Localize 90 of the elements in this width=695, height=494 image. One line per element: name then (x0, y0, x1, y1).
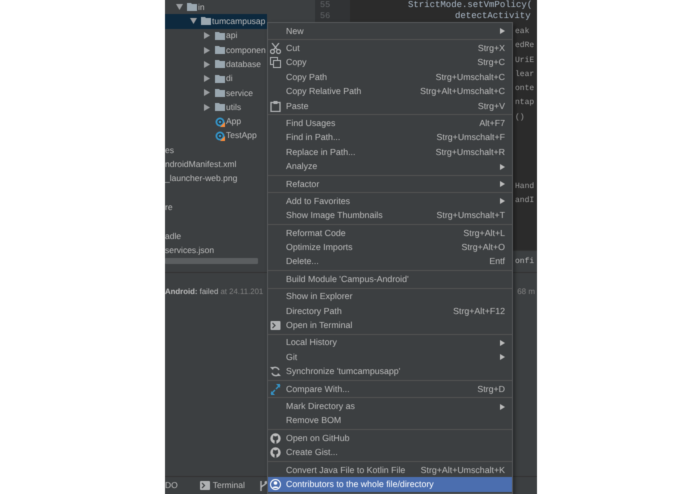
tree-item[interactable]: di (165, 71, 267, 86)
menu-item[interactable]: Open in Terminal (268, 318, 512, 333)
code-line: StrictMode.setVmPolicy( (408, 0, 532, 10)
terminal-icon (270, 320, 281, 332)
person-icon (270, 479, 281, 490)
shortcut-text: Strg+Umschalt+C (434, 70, 505, 84)
shortcut-text: Strg+Alt+Umschalt+K (420, 464, 505, 477)
class-icon (215, 116, 225, 127)
menu-item[interactable]: Copy Path Strg+Umschalt+C (268, 70, 512, 85)
menu-item[interactable]: Delete... Entf (268, 254, 512, 270)
tool-window-button[interactable]: DO (165, 478, 182, 492)
menu-item[interactable]: Find in Path... Strg+Umschalt+F (268, 130, 512, 146)
branch-icon (258, 480, 268, 490)
tree-item[interactable]: service (165, 86, 267, 100)
menu-item[interactable]: Create Gist... (268, 446, 512, 460)
menu-item[interactable]: Convert Java File to Kotlin File Strg+Alt+Umschalt+K (268, 462, 512, 478)
menu-item[interactable]: Copy Relative Path Strg+Alt+Umschalt+C (268, 84, 512, 99)
menu-item[interactable]: Find Usages Alt+F7 (268, 116, 512, 131)
tree-item[interactable]: utils (165, 100, 267, 114)
shortcut-text: Strg+Umschalt+F (436, 131, 505, 144)
shortcut-text: Strg+D (476, 382, 505, 396)
tree-item[interactable]: re (165, 200, 267, 214)
menu-item[interactable]: Local History (268, 336, 512, 350)
github-icon (270, 432, 281, 444)
code-fragment: lear (515, 70, 534, 79)
menu-item[interactable]: Cut Strg+X (268, 41, 512, 56)
code-fragment: UriE (515, 56, 534, 65)
shortcut-text: Strg+Alt+F12 (452, 304, 505, 318)
code-fragment: onte (515, 84, 534, 94)
tree-item[interactable]: database (165, 57, 267, 72)
shortcut-text: Entf (488, 255, 505, 268)
code-line: detectActivity (455, 11, 531, 21)
tree-item[interactable]: _launcher-web.png (165, 172, 267, 186)
menu-item[interactable]: Remove BOM (268, 414, 512, 428)
github-icon (270, 447, 281, 458)
menu-item[interactable]: Open on GitHub (268, 431, 512, 446)
tree-item[interactable]: services.json (165, 243, 267, 258)
menu-item[interactable]: Contributors to the whole file/directory (268, 477, 512, 492)
shortcut-text: Strg+Alt+L (462, 226, 505, 240)
shortcut-text: Strg+V (476, 100, 505, 113)
shortcut-text: Strg+C (476, 56, 505, 70)
menu-item[interactable]: Synchronize 'tumcampusapp' (268, 364, 512, 379)
tree-item[interactable]: es (165, 142, 267, 158)
shortcut-text: Strg+X (476, 42, 505, 55)
code-fragment: andI (515, 196, 534, 206)
menu-item[interactable]: Replace in Path... Strg+Umschalt+R (268, 145, 512, 160)
menu-item[interactable]: Optimize Imports Strg+Alt+O (268, 240, 512, 255)
code-fragment: eak (515, 27, 530, 36)
terminal-icon (200, 481, 210, 490)
shortcut-text: Strg+Umschalt+T (436, 209, 505, 222)
menu-item[interactable]: Mark Directory as (268, 399, 512, 414)
code-fragment: ntap (515, 98, 534, 108)
sync-icon (270, 366, 281, 378)
tree-item[interactable]: api (165, 28, 267, 43)
menu-item[interactable]: Add to Favorites (268, 194, 512, 209)
tree-item[interactable]: componen (165, 42, 267, 58)
tool-window-button[interactable]: Terminal (196, 478, 249, 492)
header-text: onfi (515, 256, 534, 268)
menu-item[interactable]: Analyze (268, 160, 512, 174)
tree-item[interactable]: ndroidManifest.xml (165, 157, 267, 172)
menu-item[interactable]: Refactor (268, 176, 512, 192)
tree-item[interactable]: App (165, 114, 267, 129)
copy-icon (270, 57, 281, 68)
menu-item[interactable]: Copy Strg+C (268, 56, 512, 70)
event-fragment: 68 m (517, 286, 535, 298)
tree-item[interactable]: in (165, 0, 267, 14)
menu-item[interactable]: Directory Path Strg+Alt+F12 (268, 304, 512, 318)
horizontal-scrollbar[interactable] (165, 258, 258, 264)
code-fragment: Hand (515, 182, 534, 192)
shortcut-text: Strg+Umschalt+R (434, 146, 505, 159)
scissors-icon (270, 43, 281, 54)
clipboard-icon (270, 100, 281, 112)
tree-item[interactable]: adle (165, 228, 267, 244)
shortcut-text: Strg+Alt+Umschalt+C (419, 85, 505, 98)
menu-item[interactable]: Reformat Code Strg+Alt+L (268, 226, 512, 240)
menu-item[interactable]: Compare With... Strg+D (268, 382, 512, 396)
code-fragment: edRe (515, 41, 534, 50)
menu-item[interactable]: Git (268, 350, 512, 365)
shortcut-text: Strg+Alt+O (460, 241, 505, 254)
compare-icon (270, 384, 281, 395)
shortcut-text: Alt+F7 (478, 116, 505, 130)
menu-item[interactable]: New (268, 24, 512, 38)
tree-item[interactable]: tumcampusap (165, 14, 267, 29)
menu-item[interactable]: Show in Explorer (268, 290, 512, 304)
menu-item[interactable]: Build Module 'Campus-Android' (268, 272, 512, 287)
code-fragment: () (515, 112, 525, 122)
tree-item[interactable]: TestApp (165, 128, 267, 143)
menu-item[interactable]: Show Image Thumbnails Strg+Umschalt+T (268, 208, 512, 224)
menu-item[interactable]: Paste Strg+V (268, 98, 512, 114)
class-icon (215, 130, 225, 141)
